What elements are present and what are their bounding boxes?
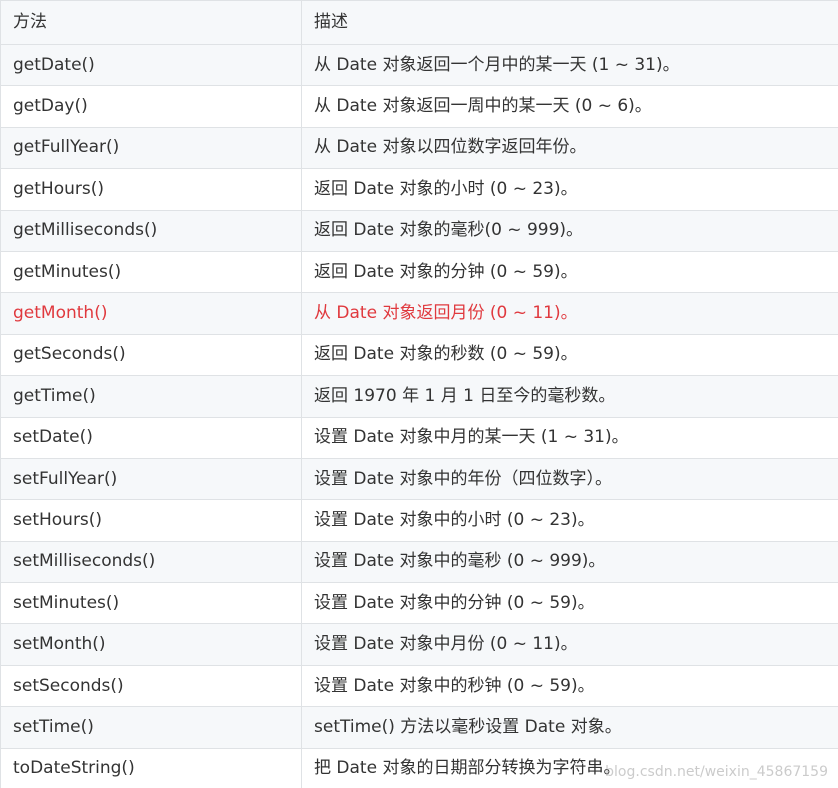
- table-row: setHours() 设置 Date 对象中的小时 (0 ~ 23)。: [0, 499, 838, 542]
- table-row: toDateString() 把 Date 对象的日期部分转换为字符串。: [0, 747, 838, 788]
- table-row: setDate() 设置 Date 对象中月的某一天 (1 ~ 31)。: [0, 416, 838, 459]
- method-cell: setFullYear(): [0, 457, 302, 501]
- method-cell: getDate(): [0, 43, 302, 87]
- method-cell: setMilliseconds(): [0, 540, 302, 584]
- table-row: getSeconds() 返回 Date 对象的秒数 (0 ~ 59)。: [0, 333, 838, 377]
- description-cell: 从 Date 对象返回一周中的某一天 (0 ~ 6)。: [301, 85, 838, 128]
- method-cell: setDate(): [0, 416, 302, 459]
- method-cell: getMinutes(): [0, 250, 302, 294]
- table-body: getDate() 从 Date 对象返回一个月中的某一天 (1 ~ 31)。 g…: [0, 43, 838, 788]
- table-row: setFullYear() 设置 Date 对象中的年份（四位数字）。: [0, 457, 838, 501]
- table-row: getMilliseconds() 返回 Date 对象的毫秒(0 ~ 999)。: [0, 209, 838, 252]
- description-cell: 设置 Date 对象中的年份（四位数字）。: [301, 457, 838, 501]
- description-cell: 返回 Date 对象的小时 (0 ~ 23)。: [301, 168, 838, 211]
- description-cell: 返回 Date 对象的毫秒(0 ~ 999)。: [301, 209, 838, 252]
- description-cell: 从 Date 对象返回一个月中的某一天 (1 ~ 31)。: [301, 43, 838, 87]
- description-cell: 从 Date 对象返回月份 (0 ~ 11)。: [301, 292, 838, 335]
- table-row-highlighted: getMonth() 从 Date 对象返回月份 (0 ~ 11)。: [0, 292, 838, 335]
- method-cell: getFullYear(): [0, 126, 302, 170]
- method-cell: getHours(): [0, 168, 302, 211]
- methods-table-container: 方法 描述 getDate() 从 Date 对象返回一个月中的某一天 (1 ~ …: [0, 0, 838, 788]
- table-row: getDay() 从 Date 对象返回一周中的某一天 (0 ~ 6)。: [0, 85, 838, 128]
- method-cell: setTime(): [0, 706, 302, 749]
- table-row: setMinutes() 设置 Date 对象中的分钟 (0 ~ 59)。: [0, 582, 838, 625]
- date-methods-table: 方法 描述 getDate() 从 Date 对象返回一个月中的某一天 (1 ~ …: [0, 0, 838, 788]
- method-cell: getSeconds(): [0, 333, 302, 377]
- method-cell: getTime(): [0, 375, 302, 418]
- table-row: getMinutes() 返回 Date 对象的分钟 (0 ~ 59)。: [0, 250, 838, 294]
- description-cell: 设置 Date 对象中的秒钟 (0 ~ 59)。: [301, 664, 838, 708]
- description-cell: 设置 Date 对象中月的某一天 (1 ~ 31)。: [301, 416, 838, 459]
- header-description: 描述: [301, 0, 838, 45]
- description-cell: 返回 Date 对象的分钟 (0 ~ 59)。: [301, 250, 838, 294]
- table-row: setMilliseconds() 设置 Date 对象中的毫秒 (0 ~ 999…: [0, 540, 838, 584]
- method-cell: getMilliseconds(): [0, 209, 302, 252]
- description-cell: setTime() 方法以毫秒设置 Date 对象。: [301, 706, 838, 749]
- table-header-row: 方法 描述: [0, 0, 838, 45]
- description-cell: 设置 Date 对象中月份 (0 ~ 11)。: [301, 623, 838, 666]
- description-cell: 返回 Date 对象的秒数 (0 ~ 59)。: [301, 333, 838, 377]
- description-cell: 从 Date 对象以四位数字返回年份。: [301, 126, 838, 170]
- description-cell: 设置 Date 对象中的毫秒 (0 ~ 999)。: [301, 540, 838, 584]
- description-cell: 返回 1970 年 1 月 1 日至今的毫秒数。: [301, 375, 838, 418]
- description-cell: 设置 Date 对象中的小时 (0 ~ 23)。: [301, 499, 838, 542]
- method-cell: setMonth(): [0, 623, 302, 666]
- method-cell: setHours(): [0, 499, 302, 542]
- table-row: getFullYear() 从 Date 对象以四位数字返回年份。: [0, 126, 838, 170]
- table-row: setSeconds() 设置 Date 对象中的秒钟 (0 ~ 59)。: [0, 664, 838, 708]
- method-cell: setSeconds(): [0, 664, 302, 708]
- method-cell: toDateString(): [0, 747, 302, 788]
- table-row: getHours() 返回 Date 对象的小时 (0 ~ 23)。: [0, 168, 838, 211]
- description-cell: 设置 Date 对象中的分钟 (0 ~ 59)。: [301, 582, 838, 625]
- method-cell: getMonth(): [0, 292, 302, 335]
- table-row: getTime() 返回 1970 年 1 月 1 日至今的毫秒数。: [0, 375, 838, 418]
- table-row: getDate() 从 Date 对象返回一个月中的某一天 (1 ~ 31)。: [0, 43, 838, 87]
- table-row: setMonth() 设置 Date 对象中月份 (0 ~ 11)。: [0, 623, 838, 666]
- description-cell: 把 Date 对象的日期部分转换为字符串。: [301, 747, 838, 788]
- table-row: setTime() setTime() 方法以毫秒设置 Date 对象。: [0, 706, 838, 749]
- method-cell: getDay(): [0, 85, 302, 128]
- header-method: 方法: [0, 0, 302, 45]
- method-cell: setMinutes(): [0, 582, 302, 625]
